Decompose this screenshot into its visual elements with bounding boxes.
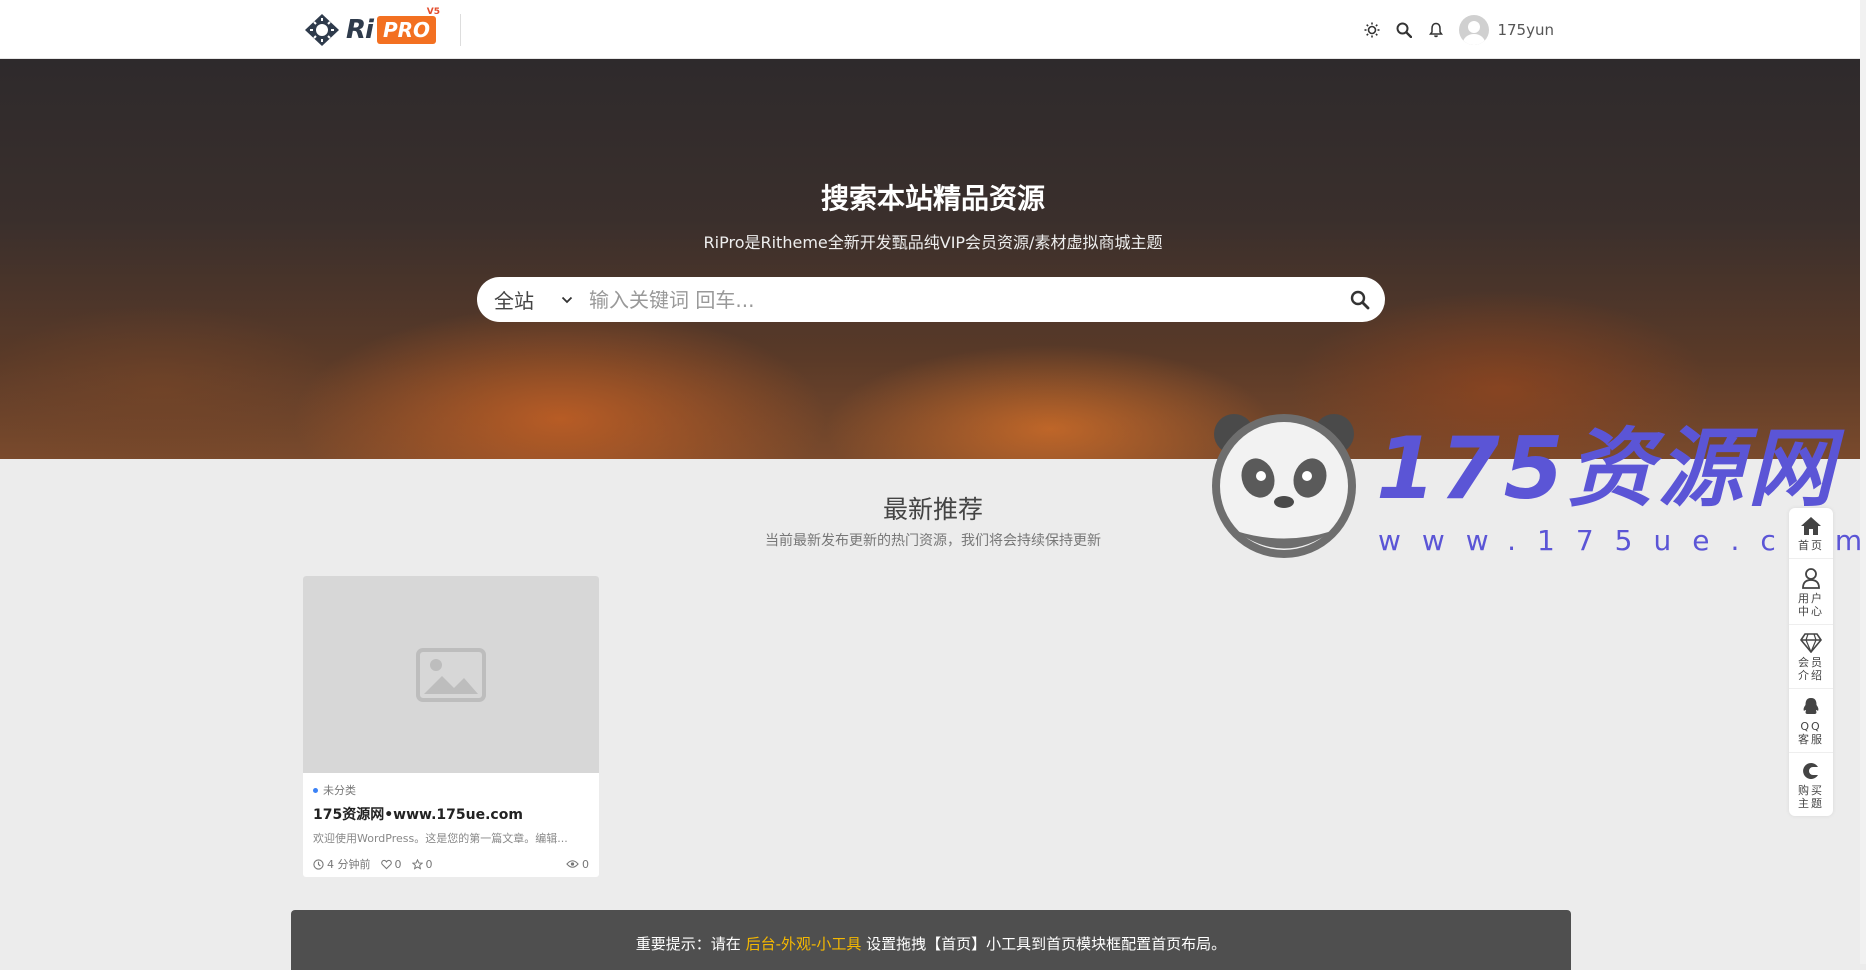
post-time-label: 4 分钟前 [327,858,371,871]
sidebar-buy-theme-label: 购买主题 [1798,784,1824,810]
sidebar-item-membership[interactable]: 会员介绍 [1789,625,1833,689]
post-favorites[interactable]: 0 [411,857,433,871]
top-header: Ri PRO V5 175yun [0,0,1866,59]
qq-icon [1803,698,1819,714]
heart-icon [380,859,392,869]
search-input[interactable] [587,286,1335,313]
post-category-label: 未分类 [323,784,356,797]
category-dot-icon [313,787,318,793]
logo-pro-label: PRO [382,18,430,42]
hero-title: 搜索本站精品资源 [820,182,1045,215]
user-avatar[interactable] [1459,15,1490,45]
notice-text: 重要提示：请在 后台-外观-小工具 设置拖拽【首页】小工具到首页模块框配置首页布… [291,937,1571,952]
floating-sidebar: 首页 用户中心 会员介绍 QQ客服 购买主题 [1789,508,1833,816]
post-views-count: 0 [582,857,589,871]
search-scope-select[interactable]: 全站 [477,285,587,314]
sidebar-item-buy-theme[interactable]: 购买主题 [1789,753,1833,816]
search-scope-value: 全站 [494,289,534,313]
sidebar-item-qq-service[interactable]: QQ客服 [1789,689,1833,753]
sidebar-item-home[interactable]: 首页 [1789,508,1833,559]
sidebar-home-label: 首页 [1798,539,1824,552]
watermark-text: 175资源网 [1376,419,1838,519]
bell-icon[interactable] [1427,21,1445,39]
admin-notice: 重要提示：请在 后台-外观-小工具 设置拖拽【首页】小工具到首页模块框配置首页布… [291,910,1571,970]
hero-subtitle: RiPro是Ritheme全新开发甄品纯VIP会员资源/素材虚拟商城主题 [703,233,1163,252]
chevron-down-icon [561,296,573,303]
diamond-icon [1800,633,1822,653]
username-label[interactable]: 175yun [1497,21,1554,39]
clock-icon [313,858,324,870]
post-title[interactable]: 175资源网•www.175ue.com [313,804,589,824]
post-excerpt: 欢迎使用WordPress。这是您的第一篇文章。编辑... [313,832,568,845]
panda-logo-icon [1212,414,1356,558]
user-icon [1802,568,1820,589]
theme-toggle-sun-icon[interactable] [1363,21,1381,39]
post-thumbnail[interactable] [303,576,599,773]
sidebar-user-center-label: 用户中心 [1798,592,1824,618]
search-submit-button[interactable] [1335,277,1385,322]
buy-icon [1803,763,1818,779]
post-card-body: 未分类 175资源网•www.175ue.com 欢迎使用WordPress。这… [303,773,599,872]
search-icon[interactable] [1395,21,1413,39]
post-meta: 4 分钟前 0 0 0 [313,856,589,872]
post-likes-count: 0 [394,857,402,871]
post-likes[interactable]: 0 [380,857,402,871]
search-icon [1350,290,1370,309]
star-icon [411,858,423,870]
page-scrollbar[interactable] [1860,0,1866,964]
logo-pro-text: PRO V5 [376,7,440,44]
header-divider [460,14,461,46]
post-card[interactable]: 未分类 175资源网•www.175ue.com 欢迎使用WordPress。这… [303,576,599,877]
sidebar-qq-service-label: QQ客服 [1798,720,1824,746]
logo-diamond-icon [302,12,342,48]
logo-version-badge: V5 [426,7,440,17]
notice-prefix: 重要提示：请在 [635,935,746,953]
sidebar-item-user-center[interactable]: 用户中心 [1789,559,1833,625]
post-time: 4 分钟前 [313,856,371,872]
watermark-logo: 175资源网 www.175ue.com [1206,406,1862,566]
hero-search-bar: 全站 [477,277,1385,322]
post-views: 0 [566,858,589,871]
site-logo[interactable]: Ri PRO V5 [302,7,440,48]
image-placeholder-icon [416,647,486,702]
notice-suffix: 设置拖拽【首页】小工具到首页模块框配置首页布局。 [861,935,1227,953]
eye-icon [566,860,579,868]
sidebar-membership-label: 会员介绍 [1798,656,1824,682]
notice-widgets-link[interactable]: 后台-外观-小工具 [746,935,862,953]
post-category[interactable]: 未分类 [313,782,589,798]
home-icon [1801,517,1821,535]
logo-ri-text: Ri [346,15,374,45]
header-actions: 175yun [1363,14,1554,46]
post-favorites-count: 0 [425,857,433,871]
